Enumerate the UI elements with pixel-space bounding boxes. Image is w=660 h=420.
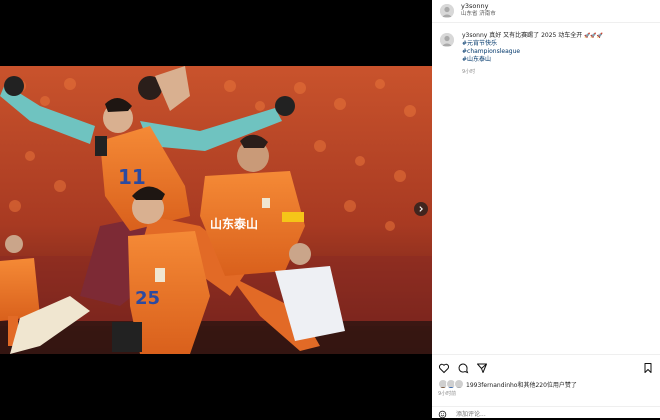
post-location[interactable]: 山东省 济南市 (461, 11, 496, 17)
avatar-image (440, 33, 454, 47)
hashtag-link[interactable]: #山东泰山 (462, 56, 652, 64)
avatar-image (440, 4, 454, 18)
action-bar: 1993fernandinho和其他220位用户赞了 9小时前 (432, 354, 660, 419)
hashtag-link[interactable]: #championsleague (462, 48, 652, 56)
avatar-image (455, 387, 463, 388)
likes-summary[interactable]: 1993fernandinho和其他220位用户赞了 (466, 380, 577, 389)
comment-icon (458, 363, 469, 374)
send-icon (477, 363, 487, 373)
comment-button[interactable] (457, 362, 469, 374)
post-username[interactable]: y3sonny (461, 3, 488, 10)
post-time: 9小时前 (438, 391, 457, 397)
next-photo-button[interactable] (414, 202, 428, 216)
post-viewer: 11 山东泰山 25 y3sonny 山东省 济南市 y3sonny 真好 又有… (0, 0, 660, 419)
bookmark-icon (644, 363, 652, 373)
caption-avatar[interactable] (440, 33, 454, 47)
jersey-number-11: 11 (118, 165, 146, 189)
post-details-panel: y3sonny 山东省 济南市 y3sonny 真好 又有比赛踢了 2025 动… (432, 0, 660, 419)
caption-line: y3sonny 真好 又有比赛踢了 2025 动车全开 🚀🚀🚀 (462, 32, 652, 40)
football-photo: 11 山东泰山 25 (0, 66, 432, 354)
media-area: 11 山东泰山 25 (0, 0, 432, 418)
heart-icon (438, 363, 450, 374)
post-header: y3sonny 山东省 济南市 (432, 0, 660, 23)
caption-emoji: 🚀🚀🚀 (584, 33, 603, 39)
post-photo[interactable]: 11 山东泰山 25 (0, 66, 432, 354)
caption-text: 真好 又有比赛踢了 2025 动车全开 (489, 32, 583, 39)
avatar-image (447, 387, 455, 388)
liker-avatar (454, 379, 464, 389)
chevron-right-icon (419, 206, 423, 212)
caption: y3sonny 真好 又有比赛踢了 2025 动车全开 🚀🚀🚀 #元宵节快乐 #… (462, 32, 652, 64)
jersey-sponsor-text: 山东泰山 (210, 216, 258, 231)
hashtag-link[interactable]: #元宵节快乐 (462, 40, 652, 48)
avatar[interactable] (440, 4, 454, 18)
jersey-number-25: 25 (135, 288, 160, 309)
caption-time: 9小时 (462, 69, 476, 75)
like-button[interactable] (438, 362, 450, 374)
save-button[interactable] (642, 362, 654, 374)
share-button[interactable] (476, 362, 488, 374)
caption-username[interactable]: y3sonny (462, 32, 487, 39)
avatar-image (439, 387, 447, 388)
